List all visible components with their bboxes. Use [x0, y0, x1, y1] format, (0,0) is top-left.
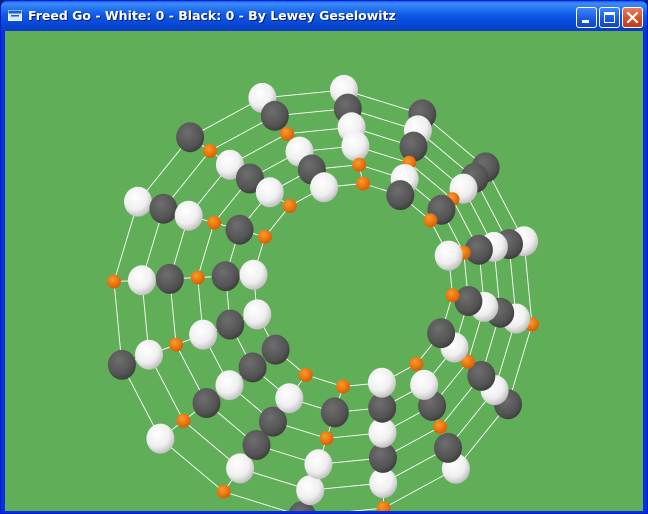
title-bar[interactable]: Freed Go - White: 0 - Black: 0 - By Lewe… — [1, 1, 647, 31]
empty-point[interactable] — [336, 379, 350, 394]
white-stone[interactable] — [135, 339, 163, 370]
empty-point[interactable] — [356, 176, 370, 191]
empty-point[interactable] — [176, 413, 191, 428]
minimize-icon — [582, 20, 589, 23]
empty-point[interactable] — [409, 357, 424, 371]
empty-point[interactable] — [445, 288, 460, 303]
empty-point[interactable] — [282, 199, 297, 213]
white-stone[interactable] — [127, 265, 156, 296]
white-stone[interactable] — [410, 369, 439, 400]
grid-ring-line — [197, 145, 485, 439]
empty-point[interactable] — [107, 274, 121, 289]
black-stone[interactable] — [211, 261, 240, 292]
black-stone[interactable] — [238, 352, 267, 383]
maximize-button[interactable] — [599, 7, 620, 28]
white-stone[interactable] — [239, 259, 268, 290]
white-stone[interactable] — [255, 177, 284, 208]
close-button[interactable] — [622, 7, 643, 28]
empty-point[interactable] — [169, 337, 184, 352]
white-stone[interactable] — [367, 367, 396, 398]
application-window: Freed Go - White: 0 - Black: 0 - By Lewe… — [0, 0, 648, 514]
minimize-button[interactable] — [576, 7, 597, 28]
maximize-icon — [604, 12, 615, 23]
black-stone[interactable] — [427, 318, 456, 349]
black-stone[interactable] — [107, 349, 136, 380]
white-stone[interactable] — [304, 449, 333, 480]
white-stone[interactable] — [174, 200, 203, 231]
white-stone[interactable] — [296, 475, 325, 506]
empty-point[interactable] — [423, 213, 438, 228]
white-stone[interactable] — [215, 370, 244, 401]
empty-point[interactable] — [216, 484, 231, 499]
black-stone[interactable] — [261, 334, 290, 365]
black-stone[interactable] — [149, 193, 178, 224]
empty-point[interactable] — [207, 215, 222, 230]
empty-point[interactable] — [376, 501, 391, 511]
empty-point[interactable] — [280, 126, 295, 141]
empty-point[interactable] — [203, 143, 217, 158]
white-stone[interactable] — [243, 299, 272, 330]
empty-point[interactable] — [257, 229, 272, 244]
app-window-icon — [8, 10, 22, 21]
black-stone[interactable] — [176, 122, 205, 153]
black-stone[interactable] — [216, 309, 245, 340]
window-title: Freed Go - White: 0 - Black: 0 - By Lewe… — [28, 8, 396, 23]
black-stone[interactable] — [434, 432, 462, 463]
white-stone[interactable] — [189, 319, 218, 350]
empty-point[interactable] — [298, 367, 313, 382]
close-icon — [626, 11, 639, 24]
black-stone[interactable] — [320, 397, 349, 428]
white-stone[interactable] — [124, 186, 152, 217]
white-stone[interactable] — [341, 131, 370, 162]
white-stone[interactable] — [310, 172, 339, 203]
game-viewport[interactable] — [5, 31, 643, 511]
black-stone[interactable] — [454, 286, 483, 316]
black-stone[interactable] — [192, 388, 221, 418]
empty-point[interactable] — [319, 431, 334, 446]
black-stone[interactable] — [386, 180, 415, 211]
empty-point[interactable] — [433, 419, 448, 434]
black-stone[interactable] — [399, 131, 428, 162]
black-stone[interactable] — [260, 100, 289, 131]
black-stone[interactable] — [155, 263, 184, 294]
white-stone[interactable] — [146, 423, 175, 454]
white-stone[interactable] — [434, 240, 463, 271]
go-board-3d[interactable] — [5, 31, 643, 511]
empty-point[interactable] — [190, 270, 205, 285]
white-stone[interactable] — [275, 383, 304, 414]
black-stone[interactable] — [225, 214, 254, 245]
empty-point[interactable] — [352, 157, 367, 172]
